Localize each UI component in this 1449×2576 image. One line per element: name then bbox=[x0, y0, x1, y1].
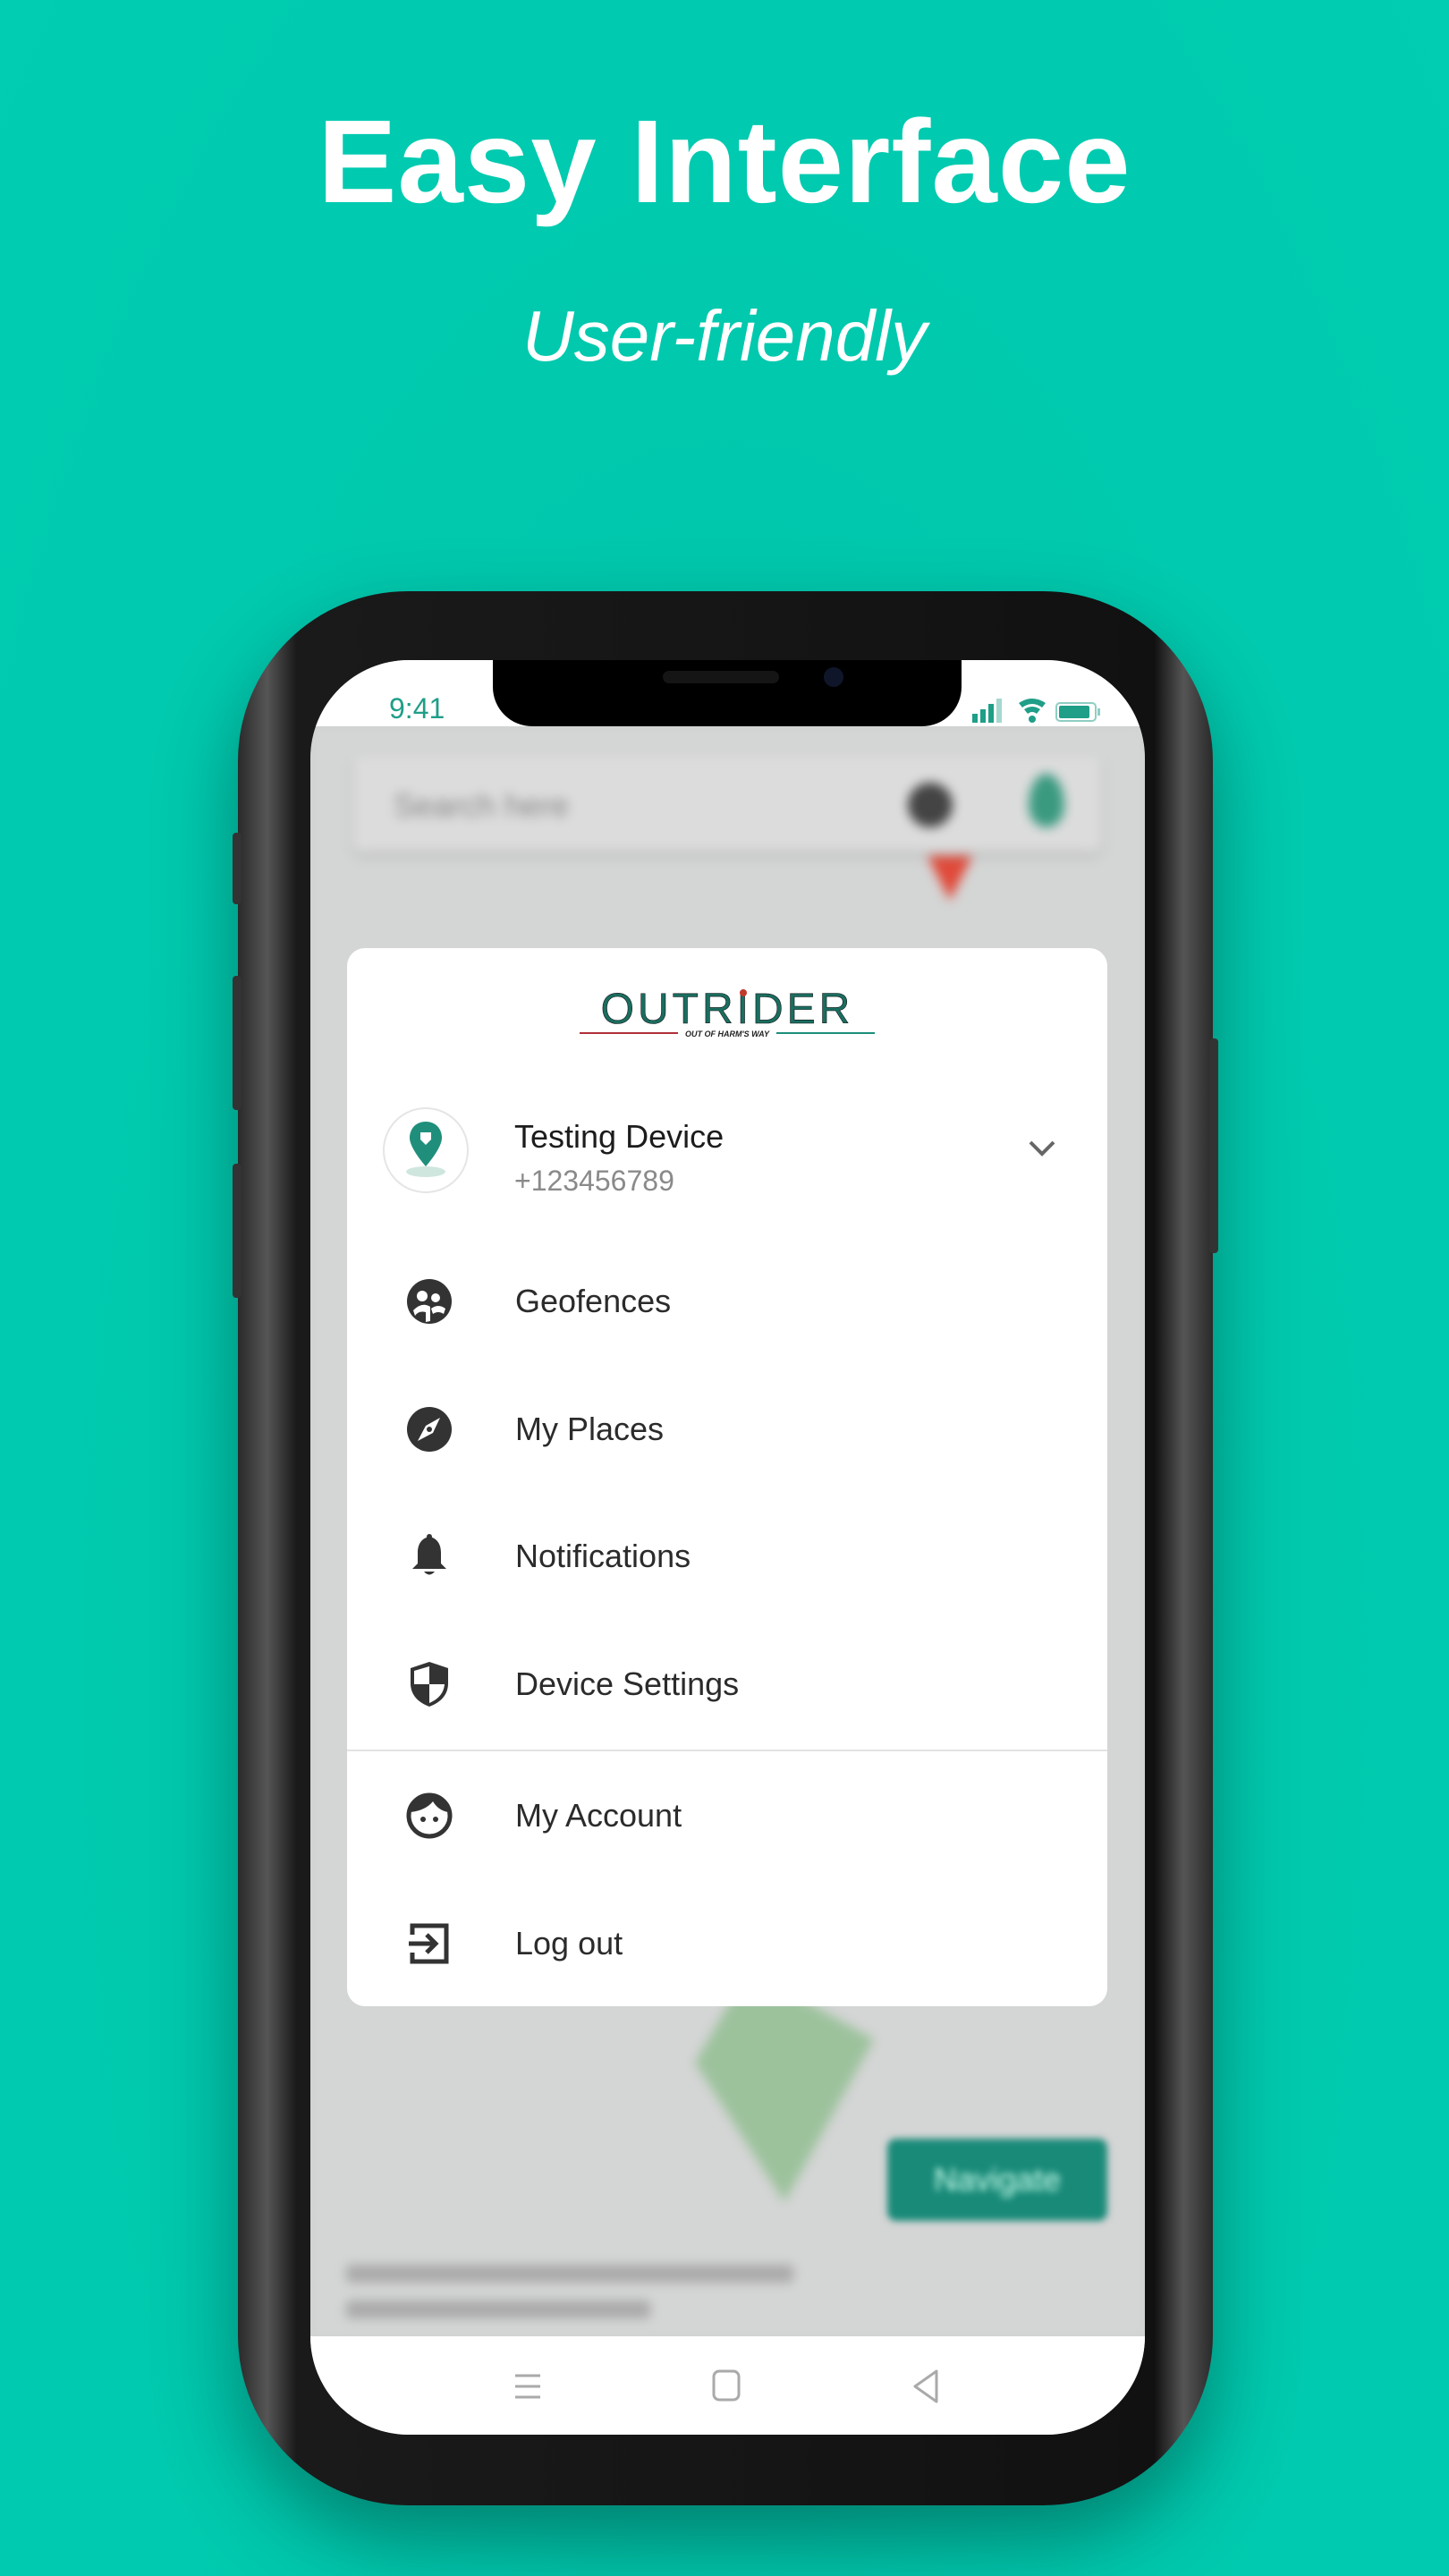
notch bbox=[493, 660, 962, 726]
menu-item-device-settings[interactable]: Device Settings bbox=[347, 1626, 1107, 1742]
outrider-logo: OUTRIDER OUT OF HARM'S WAY bbox=[347, 986, 1107, 1044]
search-bar[interactable]: Search here bbox=[353, 756, 1101, 852]
status-icons bbox=[972, 699, 1100, 723]
device-avatar bbox=[383, 1107, 469, 1193]
menu-item-label: Log out bbox=[515, 1925, 623, 1962]
geofence-icon bbox=[404, 1276, 454, 1326]
device-selector[interactable]: Testing Device +123456789 bbox=[347, 1091, 1107, 1208]
bell-icon bbox=[404, 1531, 454, 1581]
hero-title: Easy Interface bbox=[318, 96, 1131, 227]
hero-subtitle: User-friendly bbox=[522, 296, 927, 376]
menu-item-label: Geofences bbox=[515, 1283, 672, 1319]
status-time: 9:41 bbox=[389, 692, 445, 724]
device-pin-icon[interactable] bbox=[1029, 774, 1064, 827]
compass-icon bbox=[404, 1404, 454, 1454]
signal-icon bbox=[972, 699, 1002, 723]
chevron-down-icon[interactable] bbox=[1027, 1138, 1057, 1159]
navigate-button[interactable]: Navigate bbox=[887, 2139, 1107, 2221]
menu-item-my-account[interactable]: My Account bbox=[347, 1758, 1107, 1874]
menu-item-label: My Places bbox=[515, 1411, 665, 1447]
device-phone: +123456789 bbox=[514, 1165, 674, 1197]
battery-icon bbox=[1055, 702, 1100, 722]
navigation-drawer-menu: OUTRIDER OUT OF HARM'S WAY Testing Devic… bbox=[347, 948, 1107, 2006]
menu-item-log-out[interactable]: Log out bbox=[347, 1885, 1107, 2002]
search-placeholder: Search here bbox=[394, 787, 570, 824]
shield-icon bbox=[404, 1659, 454, 1709]
wifi-icon bbox=[1019, 699, 1046, 723]
android-nav-bar bbox=[310, 2336, 1145, 2435]
svg-text:OUTRIDER: OUTRIDER bbox=[601, 986, 854, 1033]
map-pin-icon bbox=[406, 1122, 445, 1177]
menu-item-geofences[interactable]: Geofences bbox=[347, 1243, 1107, 1360]
menu-item-label: Notifications bbox=[515, 1538, 691, 1574]
location-icon[interactable] bbox=[908, 783, 953, 827]
back-icon[interactable] bbox=[910, 2368, 942, 2404]
menu-item-label: Device Settings bbox=[515, 1665, 740, 1702]
logout-icon bbox=[404, 1919, 454, 1969]
menu-item-my-places[interactable]: My Places bbox=[347, 1371, 1107, 1487]
recents-icon[interactable] bbox=[512, 2370, 544, 2402]
menu-divider bbox=[347, 1750, 1107, 1751]
menu-item-label: My Account bbox=[515, 1797, 682, 1834]
menu-item-notifications[interactable]: Notifications bbox=[347, 1498, 1107, 1614]
face-icon bbox=[404, 1791, 454, 1841]
svg-text:OUT OF HARM'S WAY: OUT OF HARM'S WAY bbox=[685, 1030, 770, 1038]
home-icon[interactable] bbox=[711, 2368, 743, 2404]
device-name: Testing Device bbox=[514, 1118, 724, 1155]
